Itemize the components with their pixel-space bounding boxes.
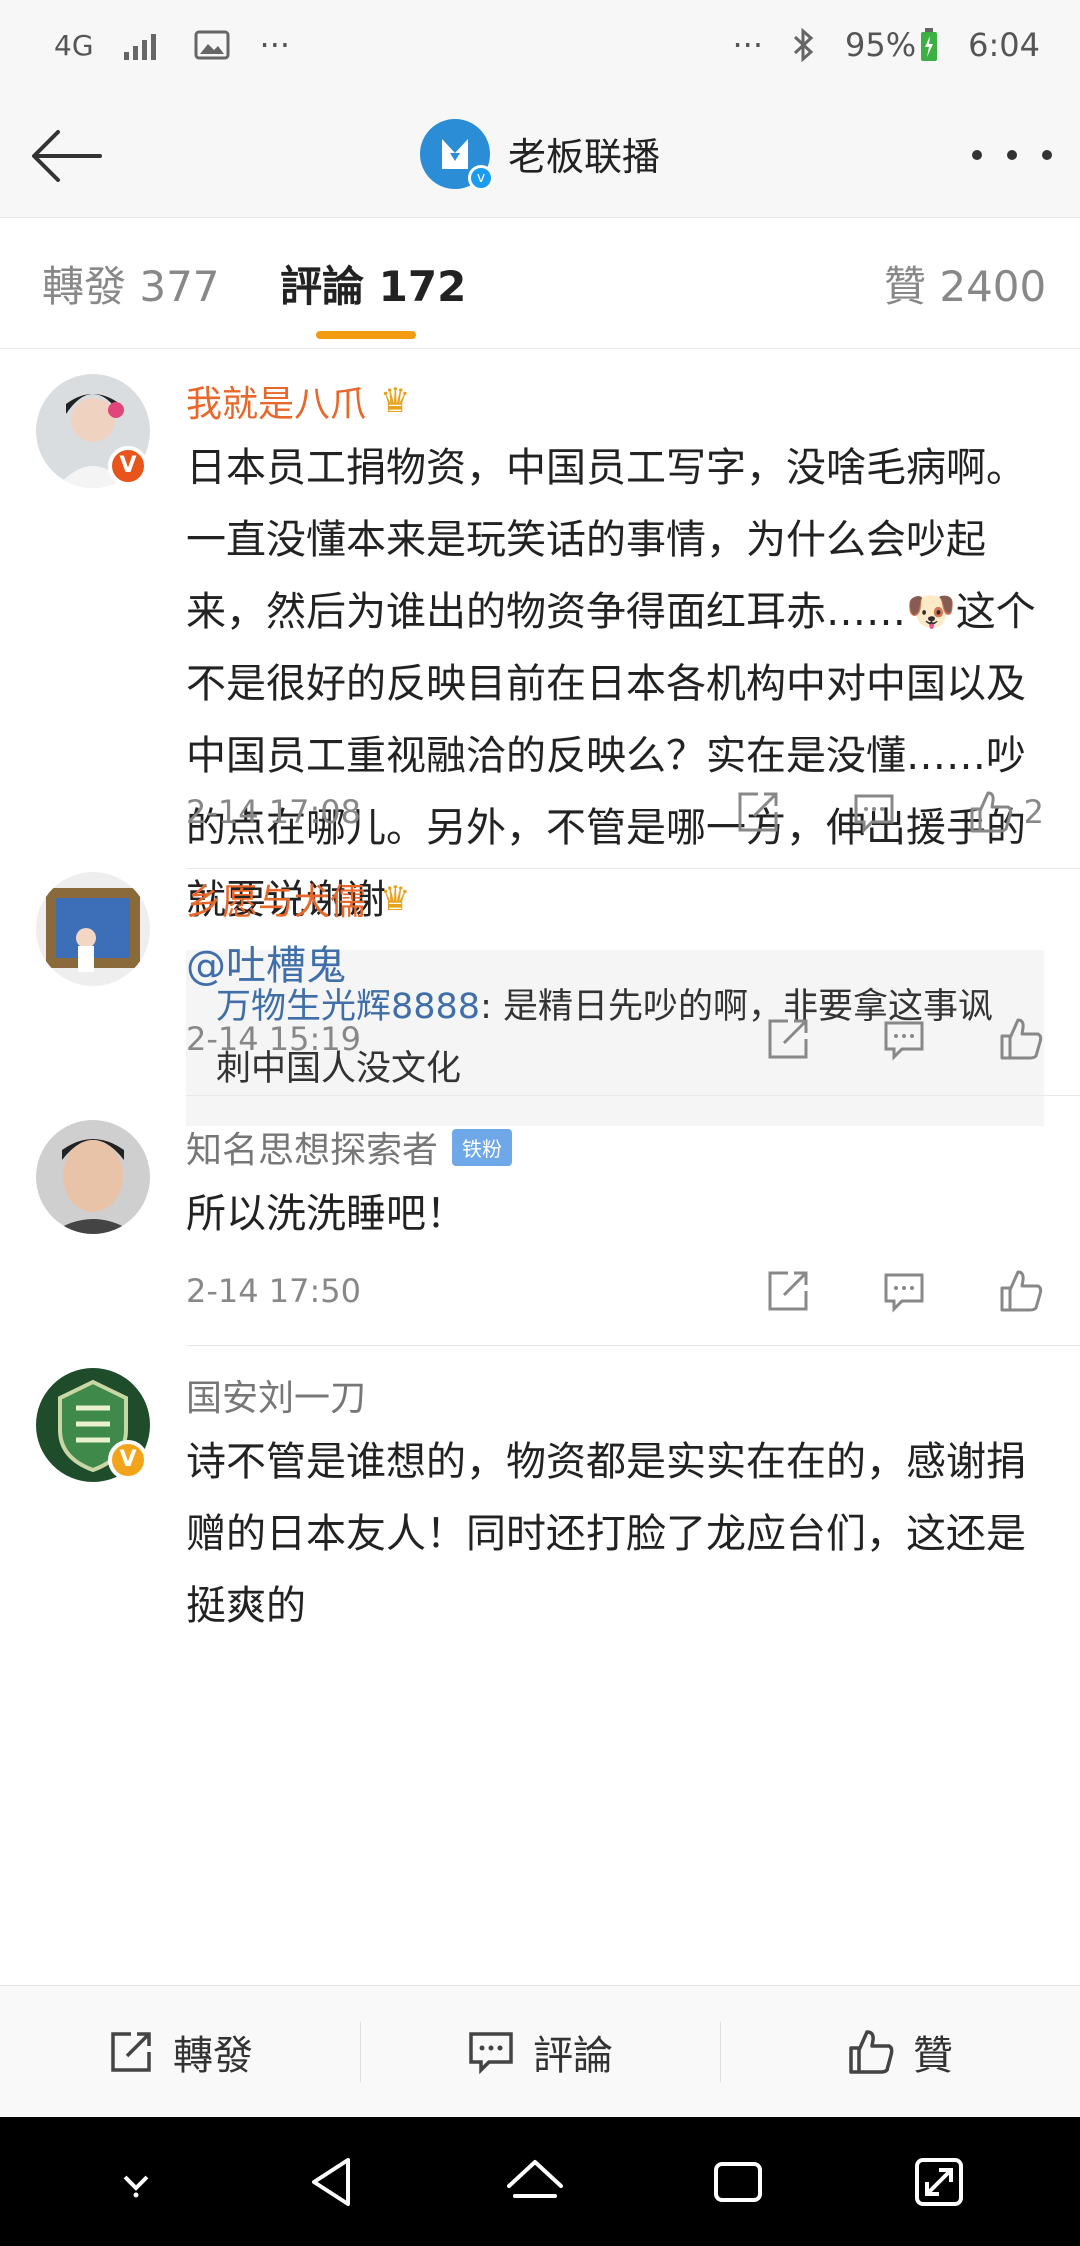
comment-icon[interactable] — [852, 789, 898, 835]
author-name: 知名思想探索者 — [186, 1130, 439, 1171]
network-indicator: 4G — [54, 28, 94, 62]
divider — [186, 1345, 1080, 1346]
share-icon[interactable] — [766, 1016, 812, 1062]
divider — [186, 868, 1080, 869]
like-icon[interactable] — [998, 1016, 1044, 1062]
status-bar: 4G ··· ··· 95% 6:04 — [0, 0, 1080, 90]
verified-badge: V — [108, 446, 148, 486]
battery-percent: 95% — [845, 26, 917, 64]
like-count: 2 — [1023, 793, 1044, 831]
back-arrow-icon[interactable] — [28, 118, 104, 194]
comment-author[interactable]: 国安刘一刀 — [186, 1368, 1044, 1422]
comment-time: 2-14 17:08 — [186, 793, 362, 831]
thumbs-up-icon — [847, 2028, 895, 2076]
avatar[interactable] — [36, 872, 150, 986]
share-icon — [107, 2028, 155, 2076]
comment-author[interactable]: 知名思想探索者 铁粉 — [186, 1120, 1044, 1174]
comment-text: 所以洗洗睡吧！ — [186, 1191, 466, 1237]
active-tab-indicator — [316, 331, 416, 339]
comment-text: 日本员工捐物资，中国员工写字，没啥毛病啊。一直没懂本来是玩笑话的事情，为什么会吵… — [186, 445, 1036, 923]
expand-icon[interactable] — [909, 2152, 969, 2212]
recents-icon[interactable] — [708, 2152, 768, 2212]
comment-icon[interactable] — [882, 1016, 928, 1062]
comment-label: 評論 — [533, 2032, 613, 2079]
tab-bar: 轉發 377 評論 172 贊 2400 — [0, 219, 1080, 349]
share-icon[interactable] — [766, 1268, 812, 1314]
system-nav-bar — [0, 2117, 1080, 2246]
comment-icon[interactable] — [882, 1268, 928, 1314]
status-more: ··· — [732, 26, 764, 64]
verified-icon: v — [467, 164, 494, 191]
comment-icon — [467, 2028, 515, 2076]
image-notification-icon — [194, 30, 230, 60]
account-avatar[interactable]: v — [419, 118, 494, 191]
comment-time: 2-14 17:50 — [186, 1272, 362, 1310]
author-name: 我就是八爪 — [186, 384, 367, 425]
collapse-icon[interactable] — [111, 2157, 161, 2207]
repost-label: 轉發 — [173, 2032, 253, 2079]
tab-reposts[interactable]: 轉發 377 — [42, 253, 220, 314]
back-triangle-icon[interactable] — [302, 2152, 362, 2212]
home-icon[interactable] — [503, 2152, 567, 2212]
like-button[interactable]: 贊 — [720, 1986, 1080, 2117]
signal-icon — [123, 30, 164, 60]
more-options-icon[interactable] — [972, 130, 1052, 180]
verified-badge: V — [108, 1440, 148, 1480]
comment-meta: 2-14 17:08 2 — [186, 782, 1044, 842]
comment-meta: 2-14 17:50 — [186, 1261, 1044, 1321]
comment-list[interactable]: V 我就是八爪 ♛ 日本员工捐物资，中国员工写字，没啥毛病啊。一直没懂本来是玩笑… — [0, 350, 1080, 1985]
comment-author[interactable]: 乡愿与犬儒 ♛ — [186, 872, 1044, 926]
like-button[interactable]: 2 — [968, 789, 1044, 835]
bottom-action-bar: 轉發 評論 贊 — [0, 1985, 1080, 2117]
account-header[interactable]: v 老板联播 — [419, 118, 660, 191]
comment-meta: 2-14 15:19 — [186, 1009, 1044, 1069]
notification-more: ··· — [259, 26, 291, 64]
top-nav-bar: v 老板联播 — [0, 90, 1080, 218]
share-icon[interactable] — [736, 789, 782, 835]
author-name: 乡愿与犬儒 — [186, 882, 367, 923]
mention-link[interactable]: @吐槽鬼 — [186, 943, 346, 989]
like-icon[interactable] — [998, 1268, 1044, 1314]
comment-text: 诗不管是谁想的，物资都是实实在在的，感谢捐赠的日本友人！同时还打脸了龙应台们，这… — [186, 1439, 1026, 1629]
crown-icon: ♛ — [380, 879, 411, 919]
like-label: 贊 — [913, 2032, 953, 2079]
page-title: 老板联播 — [507, 135, 660, 179]
divider — [186, 1095, 1080, 1096]
repost-button[interactable]: 轉發 — [0, 1986, 360, 2117]
tab-likes[interactable]: 贊 2400 — [884, 253, 1046, 314]
comment-button[interactable]: 評論 — [360, 1986, 720, 2117]
battery-icon — [920, 28, 938, 62]
comment-author[interactable]: 我就是八爪 ♛ — [186, 374, 1044, 428]
author-name: 国安刘一刀 — [186, 1378, 367, 1419]
tab-comments[interactable]: 評論 172 — [280, 253, 466, 314]
clock: 6:04 — [968, 26, 1040, 64]
crown-icon: ♛ — [380, 381, 411, 421]
bluetooth-icon — [793, 28, 815, 62]
fan-badge: 铁粉 — [452, 1128, 513, 1166]
avatar[interactable] — [36, 1120, 150, 1234]
comment-time: 2-14 15:19 — [186, 1020, 362, 1058]
